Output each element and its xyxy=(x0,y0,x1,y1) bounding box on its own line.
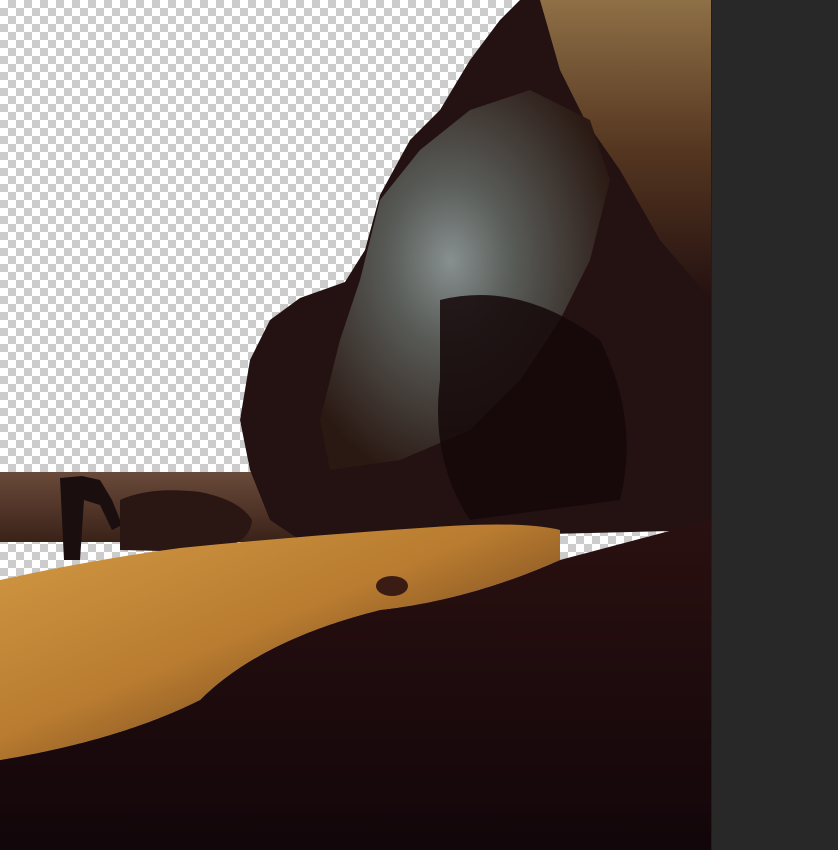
document-canvas[interactable] xyxy=(0,0,711,850)
workspace xyxy=(0,0,838,850)
pasteboard xyxy=(711,0,838,850)
pebble xyxy=(376,576,408,596)
cave-photo-layer xyxy=(0,0,711,850)
